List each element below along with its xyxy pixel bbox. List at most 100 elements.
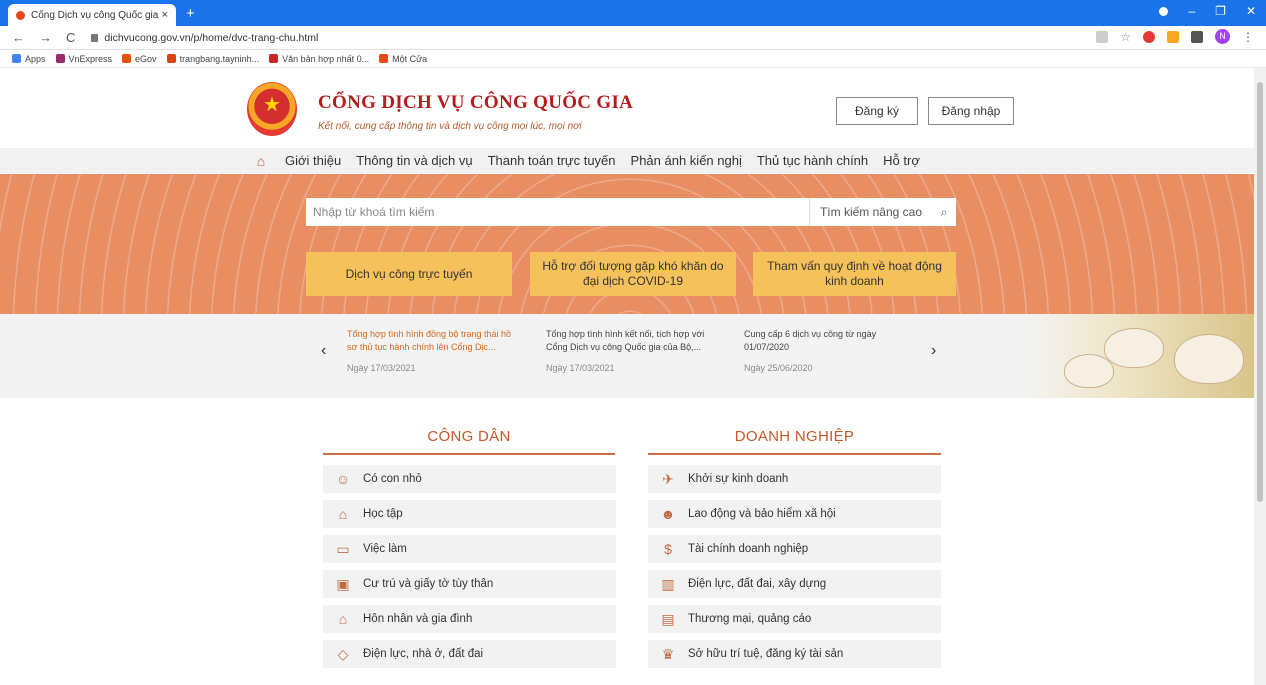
window-controls: – ❐ ✕	[1159, 4, 1256, 18]
business-section-title: DOANH NGHIỆP	[734, 428, 855, 445]
menu-dots-icon[interactable]: ⋮	[1242, 30, 1254, 44]
register-button[interactable]: Đăng ký	[836, 97, 918, 125]
browser-tab-bar: Cổng Dịch vụ công Quốc gia × + – ❐ ✕	[0, 0, 1266, 26]
nav-gioi-thieu[interactable]: Giới thiệu	[285, 153, 341, 168]
url-text: dichvucong.gov.vn/p/home/dvc-trang-chu.h…	[104, 31, 319, 44]
carousel-prev-icon[interactable]: ‹	[321, 342, 326, 360]
restore-icon[interactable]: ❐	[1215, 4, 1226, 18]
page-content: CỔNG DỊCH VỤ CÔNG QUỐC GIA Kết nối, cung…	[0, 68, 1266, 685]
news-title: Cung cấp 6 dịch vụ công từ ngày 01/07/20…	[744, 329, 877, 352]
nav-thu-tuc[interactable]: Thủ tục hành chính	[757, 153, 868, 168]
login-button[interactable]: Đăng nhập	[928, 97, 1014, 125]
list-item-hoc-tap[interactable]: ⌂ Học tập	[323, 500, 616, 528]
apps-grid-icon	[12, 54, 21, 63]
bookmark-vanban[interactable]: Văn bản hợp nhất 0...	[269, 54, 369, 64]
list-item-thuong-mai[interactable]: ▤ Thương mại, quảng cáo	[648, 605, 941, 633]
egov-icon	[122, 54, 132, 63]
site-slogan: Kết nối, cung cấp thông tin và dịch vụ c…	[318, 121, 582, 132]
bookmark-apps[interactable]: Apps	[12, 54, 46, 64]
bookmark-egov[interactable]: eGov	[122, 54, 157, 64]
list-item-cu-tru[interactable]: ▣ Cư trú và giấy tờ tùy thân	[323, 570, 616, 598]
main-nav: ⌂ Giới thiệu Thông tin và dịch vụ Thanh …	[0, 148, 1254, 173]
extension-shield-icon[interactable]	[1143, 30, 1155, 43]
online-services-button[interactable]: Dịch vụ công trực tuyến	[306, 252, 512, 296]
nav-phan-anh[interactable]: Phản ánh kiến nghị	[631, 153, 742, 168]
news-date: Ngày 17/03/2021	[546, 363, 615, 373]
advanced-search-link[interactable]: Tìm kiếm nâng cao	[808, 198, 932, 226]
tab-title: Cổng Dịch vụ công Quốc gia	[31, 9, 159, 21]
minimize-icon[interactable]: –	[1188, 4, 1195, 18]
list-item-dien-luc-dat-dai[interactable]: ▥ Điện lực, đất đai, xây dựng	[648, 570, 941, 598]
profile-avatar[interactable]: N	[1215, 29, 1230, 44]
news-date: Ngày 17/03/2021	[347, 363, 416, 373]
site-title[interactable]: CỔNG DỊCH VỤ CÔNG QUỐC GIA	[318, 92, 633, 114]
search-box: Nhập từ khoá tìm kiếm Tìm kiếm nâng cao …	[306, 198, 956, 226]
browser-tab[interactable]: Cổng Dịch vụ công Quốc gia ×	[8, 4, 176, 26]
news-item[interactable]: Tổng hợp tình hình kết nối, tích hợp với…	[546, 328, 721, 375]
news-item[interactable]: Tổng hợp tình hình đồng bộ trạng thái hồ…	[347, 328, 522, 375]
news-item[interactable]: Cung cấp 6 dịch vụ công từ ngày 01/07/20…	[744, 328, 909, 375]
dollar-icon: $	[664, 541, 672, 557]
bookmark-vnexpress[interactable]: VnExpress	[55, 54, 112, 64]
bookmarks-bar: Apps VnExpress eGov trangbang.tayninh...…	[0, 50, 1266, 68]
family-house-icon: ⌂	[338, 611, 348, 627]
address-bar: ← → C dichvucong.gov.vn/p/home/dvc-trang…	[0, 26, 1266, 50]
list-item-so-huu-tri-tue[interactable]: ♛ Sở hữu trí tuệ, đăng ký tài sản	[648, 640, 941, 668]
site-favicon-icon	[16, 10, 25, 20]
billboard-icon: ▤	[661, 610, 675, 627]
search-icon[interactable]: ⌕	[932, 205, 956, 220]
list-item-lao-dong[interactable]: ☻ Lao động và bảo hiểm xã hội	[648, 500, 941, 528]
national-emblem-logo[interactable]	[247, 82, 297, 136]
carousel-next-icon[interactable]: ›	[931, 342, 936, 360]
reload-icon[interactable]: C	[66, 30, 75, 45]
record-icon[interactable]	[1159, 7, 1169, 16]
nav-thong-tin-dich-vu[interactable]: Thông tin và dịch vụ	[356, 153, 472, 168]
citizen-section-divider	[323, 453, 615, 455]
list-item-co-con-nho[interactable]: ☺ Có con nhỏ	[323, 465, 616, 493]
hero-banner: Nhập từ khoá tìm kiếm Tìm kiếm nâng cao …	[0, 174, 1254, 314]
list-item-khoi-su[interactable]: ✈ Khởi sự kinh doanh	[648, 465, 941, 493]
new-tab-icon[interactable]: +	[186, 5, 195, 22]
news-title: Tổng hợp tình hình đồng bộ trạng thái hồ…	[347, 329, 512, 352]
citizen-section-title: CÔNG DÂN	[427, 428, 511, 445]
home-land-icon: ◇	[337, 645, 349, 662]
building-icon: ▥	[661, 575, 675, 592]
vnexpress-icon	[55, 54, 65, 63]
nav-thanh-toan[interactable]: Thanh toán trực tuyến	[488, 153, 616, 168]
news-date: Ngày 25/06/2020	[744, 363, 813, 373]
translate-icon[interactable]	[1096, 30, 1109, 43]
extension-flag-icon[interactable]	[1167, 30, 1179, 43]
list-item-tai-chinh[interactable]: $ Tài chính doanh nghiệp	[648, 535, 941, 563]
briefcase-icon: ▭	[336, 540, 350, 557]
id-card-icon: ▣	[336, 575, 350, 592]
list-item-hon-nhan[interactable]: ⌂ Hôn nhân và gia đình	[323, 605, 616, 633]
list-item-dien-luc-nha-o[interactable]: ◇ Điện lực, nhà ở, đất đai	[323, 640, 616, 668]
nav-ho-tro[interactable]: Hỗ trợ	[883, 153, 920, 168]
search-input[interactable]: Nhập từ khoá tìm kiếm	[306, 205, 809, 219]
motcua-icon	[379, 54, 389, 63]
extensions-area: ☆ N ⋮	[1096, 29, 1254, 44]
bookmark-motcua[interactable]: Một Cửa	[379, 54, 427, 64]
citizen-list: ☺ Có con nhỏ ⌂ Học tập ▭ Việc làm ▣ Cư trú v…	[323, 465, 616, 675]
close-window-icon[interactable]: ✕	[1246, 4, 1256, 18]
lotus-illustration	[1024, 314, 1254, 398]
vanban-icon	[269, 54, 279, 63]
covid-support-button[interactable]: Hỗ trợ đối tượng gặp khó khăn do đại dịc…	[530, 252, 736, 296]
business-regulation-button[interactable]: Tham vấn quy định về hoạt động kinh doan…	[753, 252, 956, 296]
business-section-divider	[648, 453, 941, 455]
home-icon[interactable]: ⌂	[249, 148, 273, 173]
vertical-scrollbar[interactable]	[1254, 68, 1266, 685]
award-icon: ♛	[661, 645, 675, 662]
forward-icon[interactable]: →	[39, 30, 52, 45]
list-item-viec-lam[interactable]: ▭ Việc làm	[323, 535, 616, 563]
business-list: ✈ Khởi sự kinh doanh ☻ Lao động và bảo hiể…	[648, 465, 941, 675]
bookmark-trangbang[interactable]: trangbang.tayninh...	[166, 54, 259, 64]
scrollbar-thumb[interactable]	[1257, 82, 1263, 502]
trangbang-icon	[166, 54, 176, 63]
puzzle-icon[interactable]	[1191, 30, 1203, 43]
url-field[interactable]: dichvucong.gov.vn/p/home/dvc-trang-chu.h…	[91, 32, 318, 44]
close-tab-icon[interactable]: ×	[162, 9, 168, 21]
star-icon[interactable]: ☆	[1120, 30, 1131, 44]
rocket-icon: ✈	[662, 470, 674, 487]
back-icon[interactable]: ←	[12, 30, 25, 45]
